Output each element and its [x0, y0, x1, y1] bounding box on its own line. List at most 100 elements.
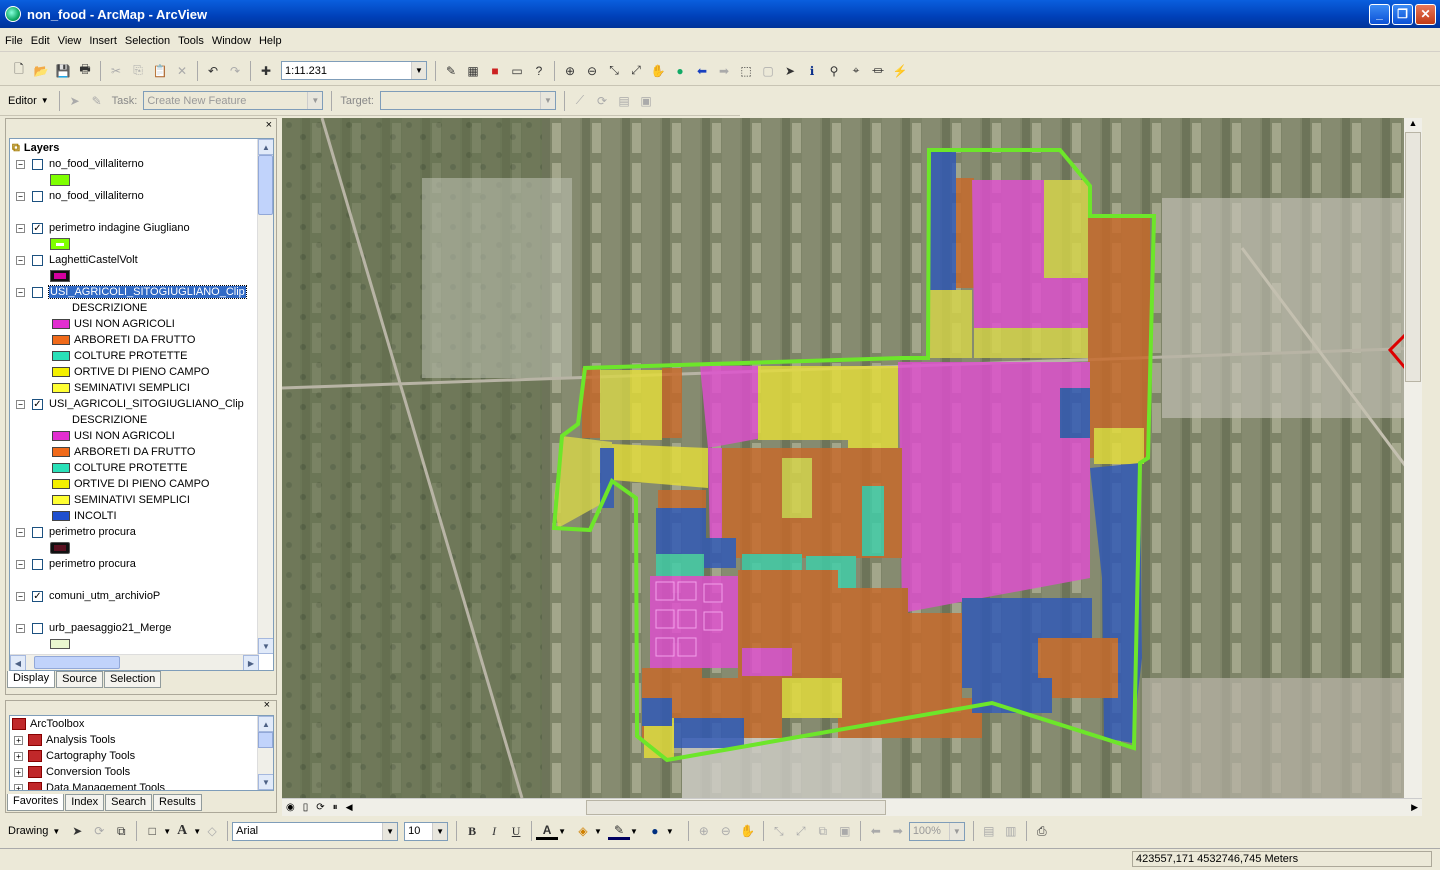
- layer-row[interactable]: − no_food_villaliterno: [16, 156, 144, 172]
- menu-insert[interactable]: Insert: [89, 35, 117, 47]
- rotate-icon[interactable]: ⟳: [88, 820, 110, 842]
- select-elements-icon[interactable]: ➤: [779, 60, 801, 82]
- layer-row[interactable]: − ✓ perimetro indagine Giugliano: [16, 220, 190, 236]
- layer-row[interactable]: − no_food_villaliterno: [16, 188, 144, 204]
- layer-checkbox[interactable]: [32, 254, 43, 266]
- go-back-extent-icon[interactable]: ⬅: [865, 820, 887, 842]
- scroll-down-icon[interactable]: ▼: [258, 774, 273, 790]
- whats-this-icon[interactable]: ?: [528, 60, 550, 82]
- refresh-icon[interactable]: ⟳: [316, 802, 324, 813]
- go-to-xy-icon[interactable]: ⌖: [845, 60, 867, 82]
- forward-extent-icon[interactable]: ➡: [713, 60, 735, 82]
- layer-checkbox[interactable]: [32, 158, 43, 170]
- font-color-icon[interactable]: A: [536, 822, 559, 840]
- sketch-tool-icon[interactable]: ✎: [86, 90, 108, 112]
- layer-symbol[interactable]: [50, 236, 70, 252]
- tab-source[interactable]: Source: [56, 671, 103, 688]
- measure-icon[interactable]: ⏛: [867, 60, 889, 82]
- menu-help[interactable]: Help: [259, 35, 282, 47]
- layer-symbol[interactable]: [50, 540, 70, 556]
- scroll-thumb[interactable]: [258, 155, 273, 215]
- layer-checkbox[interactable]: [32, 526, 43, 538]
- italic-button[interactable]: I: [483, 820, 505, 842]
- minimize-button[interactable]: _: [1369, 3, 1390, 25]
- split-tool-icon[interactable]: ⟋: [569, 90, 591, 112]
- target-combo[interactable]: ▼: [380, 91, 556, 110]
- underline-button[interactable]: U: [505, 820, 527, 842]
- scroll-up-icon[interactable]: ▲: [258, 139, 273, 155]
- pan-icon[interactable]: ✋: [647, 60, 669, 82]
- toolbox-close-icon[interactable]: ×: [264, 699, 270, 711]
- zoom-whole-layout-icon[interactable]: ⧉: [812, 820, 834, 842]
- fill-color-chevron-down-icon[interactable]: ▼: [594, 827, 602, 836]
- undo-icon[interactable]: ↶: [202, 60, 224, 82]
- legend-class[interactable]: ARBORETI DA FRUTTO: [52, 332, 195, 348]
- collapse-icon[interactable]: −: [16, 159, 25, 169]
- collapse-icon[interactable]: −: [16, 287, 25, 297]
- data-view-icon[interactable]: ◉: [286, 802, 295, 813]
- fixed-zoom-in-layout-icon[interactable]: ⤡: [768, 820, 790, 842]
- go-forward-extent-icon[interactable]: ➡: [887, 820, 909, 842]
- layers-root[interactable]: ⧉ Layers: [12, 140, 59, 156]
- scroll-thumb[interactable]: [1405, 132, 1421, 382]
- toggle-draft-mode-icon[interactable]: ▤: [978, 820, 1000, 842]
- close-button[interactable]: ✕: [1415, 3, 1436, 25]
- marker-color-chevron-down-icon[interactable]: ▼: [666, 827, 674, 836]
- new-text-icon[interactable]: A: [171, 820, 193, 842]
- cut-icon[interactable]: ✂: [105, 60, 127, 82]
- map-scale-combo[interactable]: 1:11.231 ▼: [281, 61, 427, 80]
- layer-row[interactable]: − USI_AGRICOLI_SITOGIUGLIANO_Clip: [16, 284, 247, 300]
- scroll-thumb[interactable]: [258, 732, 273, 748]
- focus-data-frame-icon[interactable]: ▥: [1000, 820, 1022, 842]
- zoom-whole-page-icon[interactable]: ⧉: [110, 820, 132, 842]
- layout-view-icon[interactable]: ▯: [303, 802, 309, 813]
- layer-row[interactable]: − ✓ USI_AGRICOLI_SITOGIUGLIANO_Clip: [16, 396, 244, 412]
- layer-row[interactable]: − urb_paesaggio21_Merge: [16, 620, 171, 636]
- layer-checkbox-checked[interactable]: ✓: [32, 398, 43, 410]
- editor-chevron-down-icon[interactable]: ▼: [41, 96, 49, 105]
- layer-row[interactable]: − perimetro procura: [16, 556, 136, 572]
- font-chevron-down-icon[interactable]: ▼: [382, 822, 398, 840]
- expand-icon[interactable]: +: [14, 751, 23, 761]
- rectangle-icon[interactable]: □: [141, 820, 163, 842]
- collapse-icon[interactable]: −: [16, 191, 25, 201]
- collapse-icon[interactable]: −: [16, 591, 25, 601]
- collapse-icon[interactable]: −: [16, 399, 25, 409]
- legend-class[interactable]: COLTURE PROTETTE: [52, 460, 187, 476]
- line-color-chevron-down-icon[interactable]: ▼: [630, 827, 638, 836]
- find-icon[interactable]: ⚲: [823, 60, 845, 82]
- collapse-icon[interactable]: −: [16, 255, 25, 265]
- copy-icon[interactable]: ⎘: [127, 60, 149, 82]
- legend-class[interactable]: COLTURE PROTETTE: [52, 348, 187, 364]
- hyperlink-icon[interactable]: ⚡: [889, 60, 911, 82]
- toc-horizontal-scrollbar[interactable]: ◀ ▶: [10, 654, 259, 670]
- layer-checkbox[interactable]: [32, 190, 43, 202]
- layer-row[interactable]: − perimetro procura: [16, 524, 136, 540]
- zoom-100-icon[interactable]: ▣: [834, 820, 856, 842]
- scroll-left-icon[interactable]: ◀: [346, 802, 353, 813]
- expand-icon[interactable]: +: [14, 767, 23, 777]
- full-extent-icon[interactable]: ●: [669, 60, 691, 82]
- layer-row[interactable]: − ✓ comuni_utm_archivioP: [16, 588, 160, 604]
- fixed-zoom-in-icon[interactable]: ⤡: [603, 60, 625, 82]
- drawing-menu-label[interactable]: Drawing: [8, 825, 48, 837]
- select-features-icon[interactable]: ⬚: [735, 60, 757, 82]
- scroll-right-icon[interactable]: ▶: [1411, 802, 1418, 813]
- toolbox-scrollbar[interactable]: ▲ ▼: [257, 716, 273, 790]
- identify-icon[interactable]: ℹ: [801, 60, 823, 82]
- tab-favorites[interactable]: Favorites: [7, 794, 65, 811]
- scroll-up-icon[interactable]: ▲: [1404, 118, 1422, 132]
- layer-checkbox-checked[interactable]: ✓: [32, 222, 43, 234]
- toolbox-item[interactable]: + Cartography Tools: [14, 748, 135, 764]
- paste-icon[interactable]: 📋: [149, 60, 171, 82]
- tab-results[interactable]: Results: [153, 794, 202, 811]
- change-layout-icon[interactable]: ⎙: [1031, 820, 1053, 842]
- legend-class[interactable]: SEMINATIVI SEMPLICI: [52, 492, 190, 508]
- legend-class[interactable]: ORTIVE DI PIENO CAMPO: [52, 476, 210, 492]
- zoom-out-icon[interactable]: ⊖: [581, 60, 603, 82]
- expand-icon[interactable]: +: [14, 735, 23, 745]
- layer-row[interactable]: − LaghettiCastelVolt: [16, 252, 138, 268]
- redo-icon[interactable]: ↷: [224, 60, 246, 82]
- menu-file[interactable]: File: [5, 35, 23, 47]
- fixed-zoom-out-icon[interactable]: ⤢: [625, 60, 647, 82]
